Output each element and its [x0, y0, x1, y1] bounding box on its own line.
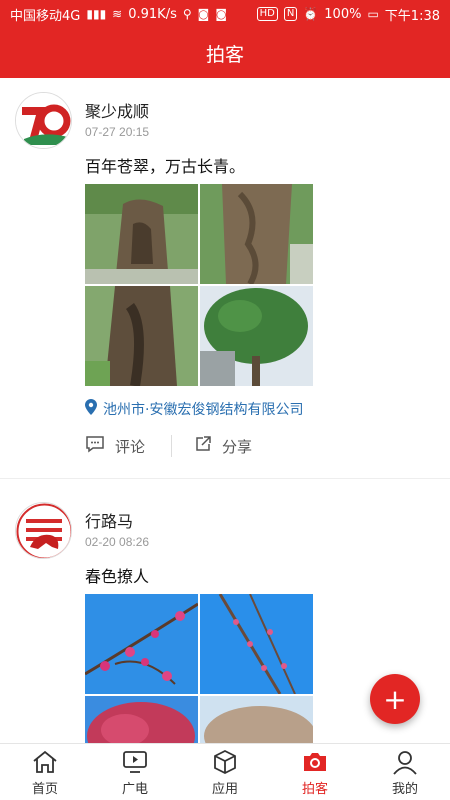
photo-thumbnail[interactable]	[85, 696, 198, 743]
post-time: 02-20 08:26	[85, 535, 150, 549]
location-label: 池州市·安徽宏俊钢结构有限公司	[103, 402, 304, 418]
post-text: 春色撩人	[85, 567, 150, 586]
divider	[171, 435, 173, 457]
wifi-icon: ≋	[112, 7, 123, 21]
usb-icon: ⚲	[182, 7, 192, 21]
cube-icon	[210, 748, 240, 776]
post-location[interactable]: 池州市·安徽宏俊钢结构有限公司	[85, 398, 450, 420]
post-author[interactable]: 行路马	[85, 508, 133, 532]
add-post-button[interactable]: +	[370, 674, 420, 724]
share-label: 分享	[222, 437, 253, 456]
page-title: 拍客	[205, 43, 244, 66]
photo-thumbnail[interactable]	[85, 286, 198, 386]
clock: 下午1:38	[384, 8, 440, 24]
photo-thumbnail[interactable]	[200, 184, 313, 284]
photo-thumbnail[interactable]	[200, 286, 313, 386]
nav-item-home[interactable]: 首页	[0, 744, 90, 800]
nav-label: 应用	[211, 781, 238, 797]
photo-grid	[85, 594, 427, 743]
comment-button[interactable]: 评论	[85, 435, 145, 457]
photo-thumbnail[interactable]	[200, 696, 313, 743]
alarm-icon: ⏰	[303, 7, 319, 21]
nav-label: 广电	[121, 781, 148, 797]
photo-thumbnail[interactable]	[85, 594, 198, 694]
nav-label: 首页	[31, 781, 58, 797]
app-notification-icon: ◙	[215, 7, 227, 21]
post-separator	[0, 478, 450, 488]
app-header: 拍客	[0, 28, 450, 78]
share-button[interactable]: 分享	[194, 435, 252, 457]
photo-thumbnail[interactable]	[85, 184, 198, 284]
nav-label: 我的	[391, 781, 418, 797]
bottom-nav: 首页 广电 应用 拍客 我的	[0, 743, 450, 800]
nav-item-tv[interactable]: 广电	[90, 744, 180, 800]
feed-post: 聚少成顺 07-27 20:15 百年苍翠，万古长青。 池州市·安徽宏俊钢结构有…	[0, 78, 450, 488]
photo-grid	[85, 184, 427, 386]
post-author[interactable]: 聚少成顺	[85, 98, 149, 122]
feed-list[interactable]: 聚少成顺 07-27 20:15 百年苍翠，万古长青。 池州市·安徽宏俊钢结构有…	[0, 78, 450, 743]
status-bar: 中国移动4G ▮▮▮ ≋ 0.91K/s ⚲ ◙ ◙ HD N ⏰ 100% ▭…	[0, 0, 450, 28]
app-notification-icon: ◙	[197, 7, 210, 21]
battery-level: 100%	[324, 6, 362, 22]
home-icon	[30, 748, 60, 776]
tv-icon	[120, 748, 150, 776]
network-speed: 0.91K/s	[128, 6, 177, 22]
nav-item-apps[interactable]: 应用	[180, 744, 270, 800]
carrier-label: 中国移动4G	[10, 8, 81, 24]
nav-item-paike[interactable]: 拍客	[270, 744, 360, 800]
avatar[interactable]	[15, 502, 72, 559]
share-icon	[194, 435, 212, 457]
plus-icon: +	[383, 682, 407, 716]
post-actions: 评论 分享	[85, 432, 450, 460]
nav-item-mine[interactable]: 我的	[360, 744, 450, 800]
user-icon	[390, 748, 420, 776]
nav-label: 拍客	[301, 781, 328, 797]
hd-badge: HD	[256, 7, 278, 21]
post-text: 百年苍翠，万古长青。	[85, 157, 246, 176]
battery-icon: ▭	[367, 7, 379, 21]
nfc-icon: N	[283, 7, 298, 21]
comment-icon	[85, 435, 105, 457]
camera-icon	[300, 748, 330, 776]
photo-thumbnail[interactable]	[200, 594, 313, 694]
signal-icon: ▮▮▮	[86, 7, 107, 21]
location-pin-icon	[85, 399, 97, 419]
post-time: 07-27 20:15	[85, 125, 150, 139]
avatar[interactable]	[15, 92, 72, 149]
comment-label: 评论	[115, 437, 146, 456]
